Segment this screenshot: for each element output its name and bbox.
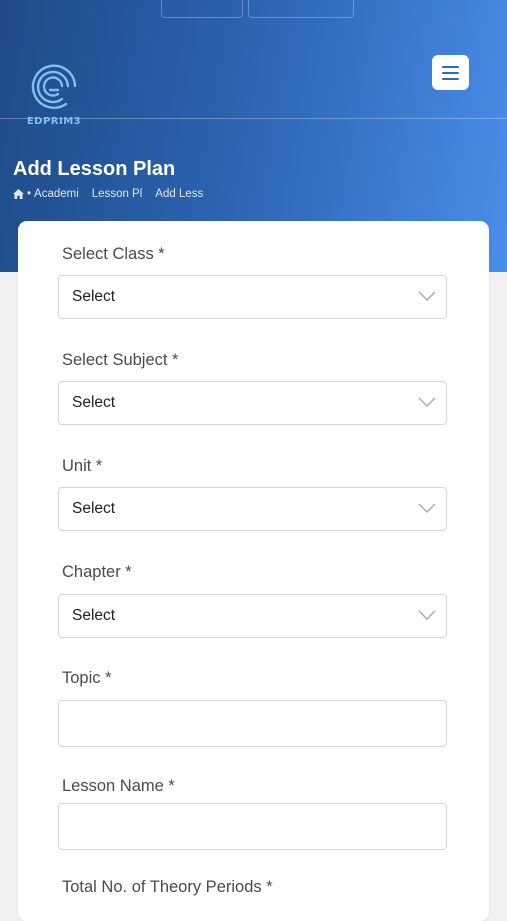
- logo-icon: [31, 64, 77, 109]
- chevron-down-icon: [418, 503, 436, 513]
- breadcrumb: • Academi Lesson Pl Add Less: [13, 188, 203, 200]
- select-subject-dropdown[interactable]: Select: [58, 381, 447, 425]
- chevron-down-icon: [418, 610, 436, 620]
- top-tab-button[interactable]: [248, 0, 354, 18]
- chevron-down-icon: [418, 291, 436, 301]
- top-tab-button[interactable]: [161, 0, 243, 18]
- select-subject-label: Select Subject *: [62, 351, 179, 369]
- lesson-name-input[interactable]: [58, 803, 447, 850]
- topic-label: Topic *: [62, 669, 112, 687]
- chevron-down-icon: [418, 397, 436, 407]
- select-subject-value: Select: [72, 394, 116, 411]
- select-class-value: Select: [72, 288, 116, 305]
- topic-input[interactable]: [58, 700, 447, 747]
- hamburger-menu-icon[interactable]: [432, 55, 469, 90]
- chapter-label: Chapter *: [62, 563, 132, 581]
- page-title: Add Lesson Plan: [13, 158, 176, 180]
- home-icon[interactable]: [13, 189, 24, 199]
- breadcrumb-item-academics[interactable]: Academi: [34, 188, 79, 200]
- theory-periods-label: Total No. of Theory Periods *: [62, 878, 273, 896]
- breadcrumb-item-add-lesson: Add Less: [155, 188, 204, 200]
- breadcrumb-item-lesson-plan[interactable]: Lesson Pl: [92, 188, 143, 200]
- unit-dropdown[interactable]: Select: [58, 487, 447, 531]
- chapter-dropdown[interactable]: Select: [58, 594, 447, 638]
- unit-label: Unit *: [62, 457, 103, 475]
- app-logo[interactable]: EDPRIM3: [26, 64, 82, 132]
- lesson-plan-form-card: Select Class * Select Select Subject * S…: [18, 221, 489, 921]
- select-class-label: Select Class *: [62, 245, 165, 263]
- chapter-value: Select: [72, 607, 116, 624]
- lesson-name-label: Lesson Name *: [62, 777, 175, 795]
- unit-value: Select: [72, 500, 116, 517]
- select-class-dropdown[interactable]: Select: [58, 275, 447, 319]
- breadcrumb-bullet: •: [27, 188, 32, 200]
- logo-text: EDPRIM3: [26, 116, 82, 127]
